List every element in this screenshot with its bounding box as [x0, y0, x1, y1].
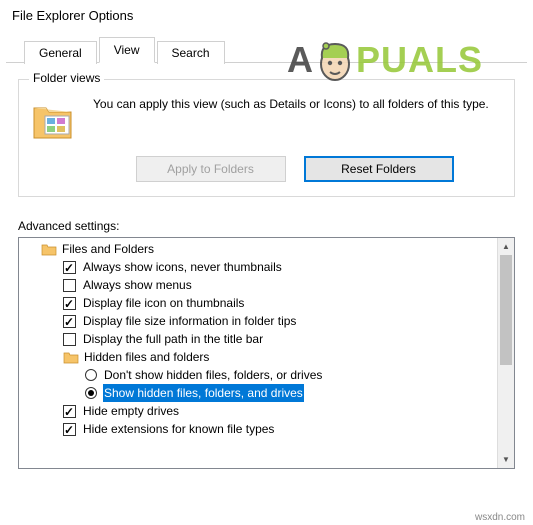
checkbox-icon[interactable] — [63, 261, 76, 274]
tree-root-files-and-folders[interactable]: Files and Folders — [19, 240, 497, 258]
tree-label: Display file icon on thumbnails — [82, 294, 245, 312]
checkbox-icon[interactable] — [63, 315, 76, 328]
scroll-up-button[interactable]: ▲ — [498, 238, 514, 255]
checkbox-icon[interactable] — [63, 333, 76, 346]
folder-icon — [63, 350, 79, 364]
tab-general[interactable]: General — [24, 41, 97, 64]
tree-item-dont-show-hidden[interactable]: Don't show hidden files, folders, or dri… — [19, 366, 497, 384]
folder-views-legend: Folder views — [29, 71, 104, 85]
folder-views-icon — [31, 96, 79, 144]
tree-item-display-file-icon[interactable]: Display file icon on thumbnails — [19, 294, 497, 312]
source-attribution: wsxdn.com — [475, 512, 525, 523]
checkbox-icon[interactable] — [63, 405, 76, 418]
folder-views-description: You can apply this view (such as Details… — [93, 96, 502, 144]
tree-label: Show hidden files, folders, and drives — [103, 384, 304, 402]
reset-folders-button[interactable]: Reset Folders — [304, 156, 454, 182]
tree-label: Files and Folders — [61, 240, 155, 258]
tree-label: Always show icons, never thumbnails — [82, 258, 283, 276]
tree-item-display-file-size[interactable]: Display file size information in folder … — [19, 312, 497, 330]
tree-label: Don't show hidden files, folders, or dri… — [103, 366, 323, 384]
tree-body[interactable]: Files and Folders Always show icons, nev… — [19, 238, 497, 468]
tree-label: Display the full path in the title bar — [82, 330, 264, 348]
tree-label: Display file size information in folder … — [82, 312, 297, 330]
tree-item-hide-extensions[interactable]: Hide extensions for known file types — [19, 420, 497, 438]
scroll-thumb[interactable] — [500, 255, 512, 365]
tree-scrollbar[interactable]: ▲ ▼ — [497, 238, 514, 468]
scroll-track[interactable] — [498, 255, 514, 451]
radio-icon[interactable] — [85, 369, 97, 381]
checkbox-icon[interactable] — [63, 423, 76, 436]
checkbox-icon[interactable] — [63, 279, 76, 292]
apply-to-folders-button: Apply to Folders — [136, 156, 286, 182]
tree-item-show-hidden[interactable]: Show hidden files, folders, and drives — [19, 384, 497, 402]
tab-strip: General View Search — [6, 37, 527, 63]
tree-item-always-show-icons[interactable]: Always show icons, never thumbnails — [19, 258, 497, 276]
tree-label: Hide empty drives — [82, 402, 180, 420]
window-title: File Explorer Options — [0, 0, 533, 29]
tree-item-display-full-path[interactable]: Display the full path in the title bar — [19, 330, 497, 348]
tree-item-always-show-menus[interactable]: Always show menus — [19, 276, 497, 294]
chevron-down-icon: ▼ — [502, 455, 510, 464]
tab-view[interactable]: View — [99, 37, 155, 63]
tree-label: Always show menus — [82, 276, 193, 294]
tree-item-hidden-files-folder[interactable]: Hidden files and folders — [19, 348, 497, 366]
tree-item-hide-empty-drives[interactable]: Hide empty drives — [19, 402, 497, 420]
tab-search[interactable]: Search — [157, 41, 225, 64]
scroll-down-button[interactable]: ▼ — [498, 451, 514, 468]
tab-content: Folder views You can apply this view (su… — [0, 63, 533, 469]
tree-label: Hide extensions for known file types — [82, 420, 275, 438]
checkbox-icon[interactable] — [63, 297, 76, 310]
tree-label: Hidden files and folders — [83, 348, 210, 366]
radio-icon[interactable] — [85, 387, 97, 399]
advanced-settings-tree: Files and Folders Always show icons, nev… — [18, 237, 515, 469]
folder-views-group: Folder views You can apply this view (su… — [18, 79, 515, 197]
folder-icon — [41, 242, 57, 256]
chevron-up-icon: ▲ — [502, 242, 510, 251]
advanced-settings-label: Advanced settings: — [18, 219, 515, 233]
